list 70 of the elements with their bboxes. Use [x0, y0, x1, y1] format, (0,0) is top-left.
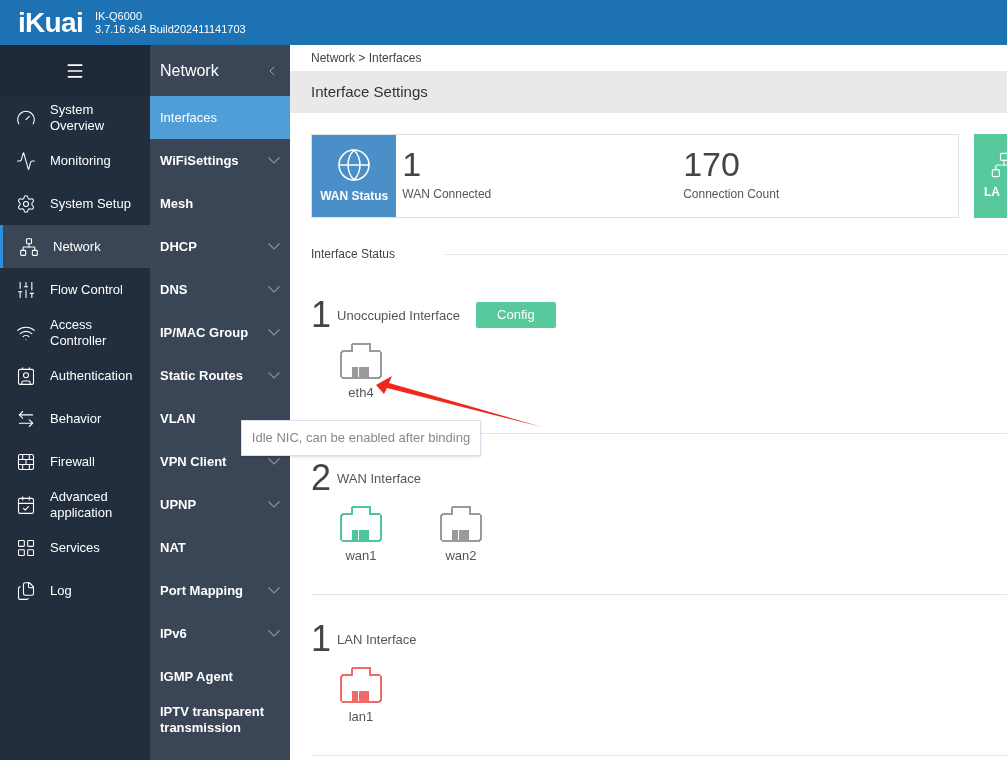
calendar-check-icon	[16, 494, 36, 515]
stat-label: WAN Connected	[402, 186, 493, 203]
build-version: 3.7.16 x64 Build202411141703	[94, 22, 246, 36]
tooltip: Idle NIC, can be enabled after binding	[241, 420, 481, 456]
chevron-icon	[268, 630, 280, 637]
ethernet-port-icon[interactable]	[440, 506, 482, 542]
port-label: lan1	[348, 708, 374, 726]
globe-icon	[336, 147, 373, 183]
submenu-item[interactable]: IPv6	[150, 612, 290, 655]
stat-label: Connection Count	[683, 186, 781, 203]
chevron-icon	[268, 501, 280, 508]
nav-item[interactable]: System Overview	[0, 96, 150, 139]
submenu-item[interactable]: IGMP Agent	[150, 655, 290, 698]
brick-wall-icon	[16, 451, 36, 472]
chevron-icon	[268, 329, 280, 336]
submenu-item[interactable]: Static Routes	[150, 354, 290, 397]
stat-value: 1	[402, 145, 423, 183]
files-icon	[16, 580, 36, 601]
submenu-item[interactable]: Mesh	[150, 182, 290, 225]
settings-icon	[16, 193, 36, 214]
section-title: Interface Status	[311, 246, 396, 263]
logo: iKuai	[18, 8, 83, 37]
submenu-item[interactable]: Port Mapping	[150, 569, 290, 612]
nav-item[interactable]: Services	[0, 526, 150, 569]
interface-count: 1	[311, 625, 332, 653]
network-icon	[19, 236, 39, 257]
group-label: Unoccupied Interface	[337, 306, 460, 325]
breadcrumb: Network > Interfaces	[311, 50, 422, 67]
ethernet-port-icon[interactable]	[340, 506, 382, 542]
chevron-icon	[268, 587, 280, 594]
page-title: Interface Settings	[311, 81, 428, 102]
port-label: eth4	[348, 384, 374, 402]
nav-item[interactable]: Advanced application	[0, 483, 150, 526]
id-card-icon	[16, 365, 36, 386]
group-label: LAN Interface	[337, 630, 417, 649]
arrows-icon	[16, 408, 36, 429]
ethernet-port-icon[interactable]	[340, 343, 382, 379]
submenu-item[interactable]: NAT	[150, 526, 290, 569]
submenu-title: Network	[160, 60, 219, 81]
group-label: WAN Interface	[337, 469, 422, 488]
chevron-icon	[268, 243, 280, 250]
nav-item[interactable]: Flow Control	[0, 268, 150, 311]
interface-count: 1	[311, 301, 332, 329]
nav-item[interactable]: Monitoring	[0, 139, 150, 182]
ethernet-port-icon[interactable]	[340, 667, 382, 703]
nav-item[interactable]: Log	[0, 569, 150, 612]
nav-item[interactable]: Network	[0, 225, 150, 268]
submenu-item[interactable]: WiFiSettings	[150, 139, 290, 182]
model-name: IK-Q6000	[94, 9, 144, 23]
stat-value: 170	[683, 145, 741, 183]
nav-item[interactable]: Behavior	[0, 397, 150, 440]
nav-item[interactable]: Firewall	[0, 440, 150, 483]
submenu-item[interactable]: IPTV transparent transmission	[150, 698, 290, 741]
nav-item[interactable]: System Setup	[0, 182, 150, 225]
submenu-item[interactable]: DHCP	[150, 225, 290, 268]
chevron-icon	[268, 157, 280, 164]
port-label: wan1	[345, 547, 377, 565]
pulse-icon	[16, 150, 36, 171]
grid-icon	[16, 537, 36, 558]
submenu-item[interactable]: IP/MAC Group	[150, 311, 290, 354]
nav-item[interactable]: Authentication	[0, 354, 150, 397]
submenu-item[interactable]: DNS	[150, 268, 290, 311]
chevron-icon	[268, 286, 280, 293]
chevron-icon	[268, 458, 280, 465]
port-label: wan2	[445, 547, 477, 565]
sliders-icon	[16, 279, 36, 300]
interface-count: 2	[311, 464, 332, 492]
submenu-item[interactable]: UPNP	[150, 483, 290, 526]
nav-item[interactable]: Access Controller	[0, 311, 150, 354]
chevron-icon	[268, 372, 280, 379]
